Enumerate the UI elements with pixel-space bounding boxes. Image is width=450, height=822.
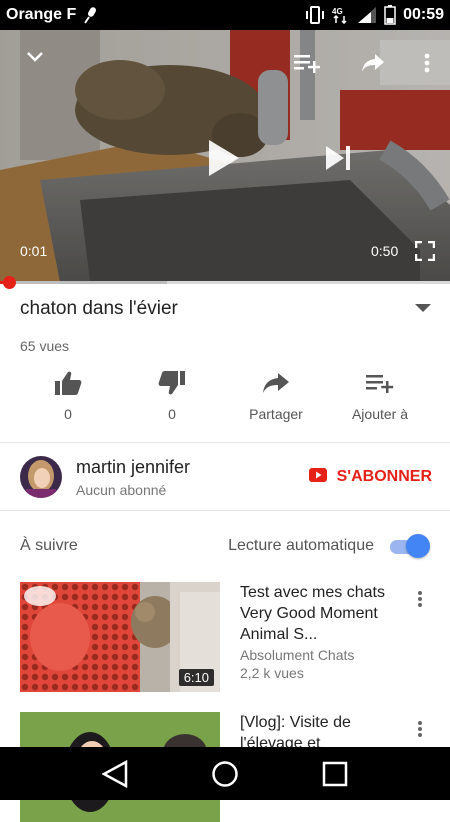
subscribe-label: S'ABONNER <box>336 468 432 485</box>
video-title: chaton dans l'évier <box>20 298 178 319</box>
video-player[interactable]: 0:01 0:50 <box>0 30 450 282</box>
thumbs-down-icon <box>158 370 186 401</box>
suggestion-views: 2,2 k vues <box>240 665 304 681</box>
channel-name[interactable]: martin jennifer <box>76 457 309 478</box>
minimize-chevron-icon[interactable] <box>18 42 52 72</box>
share-overlay-icon[interactable] <box>356 48 390 78</box>
system-navigation-bar <box>0 747 450 800</box>
carrier-name: Orange F <box>6 6 77 23</box>
fullscreen-icon[interactable] <box>410 236 440 266</box>
more-options-icon[interactable] <box>412 48 442 78</box>
microphone-icon <box>82 6 100 24</box>
dislike-button[interactable]: 0 <box>120 368 224 422</box>
video-duration: 6:10 <box>178 669 214 686</box>
add-to-playlist-icon[interactable] <box>290 48 324 78</box>
add-to-button[interactable]: Ajouter à <box>328 368 432 422</box>
seek-buffered <box>0 281 167 284</box>
recent-apps-icon[interactable] <box>310 749 360 799</box>
channel-avatar[interactable] <box>20 456 62 498</box>
suggestion-channel: Absolument Chats <box>240 647 355 663</box>
suggestion-title[interactable]: Test avec mes chats Very Good Moment Ani… <box>240 582 405 645</box>
battery-icon <box>384 5 396 25</box>
next-video-icon[interactable] <box>318 138 358 178</box>
autoplay-toggle[interactable] <box>390 534 430 558</box>
expand-description-icon[interactable] <box>414 300 432 318</box>
total-duration: 0:50 <box>371 243 399 259</box>
subscribe-button[interactable]: S'ABONNER <box>308 467 432 487</box>
up-next-header: À suivre Lecture automatique <box>20 530 430 562</box>
subscriber-count: Aucun abonné <box>76 481 167 498</box>
data-transfer-icon: 4G <box>332 6 350 24</box>
like-count: 0 <box>64 406 72 422</box>
thumbs-up-icon <box>54 370 82 401</box>
share-label: Partager <box>249 406 303 422</box>
video-actions: 0 0 Partager Ajouter à <box>16 368 434 422</box>
video-title-row[interactable]: chaton dans l'évier <box>20 298 432 320</box>
status-bar: Orange F 4G 00:59 <box>0 0 450 30</box>
back-icon[interactable] <box>90 749 140 799</box>
divider <box>0 442 450 443</box>
play-icon[interactable] <box>200 134 248 182</box>
vibrate-icon <box>305 6 325 24</box>
autoplay-label: Lecture automatique <box>228 537 374 554</box>
seek-handle[interactable] <box>3 276 16 289</box>
view-count: 65 vues <box>20 338 70 354</box>
home-icon[interactable] <box>200 749 250 799</box>
suggestion-menu-icon[interactable] <box>405 582 435 692</box>
share-icon <box>262 372 290 399</box>
clock: 00:59 <box>403 6 444 23</box>
add-to-label: Ajouter à <box>351 406 409 422</box>
elapsed-time: 0:01 <box>20 243 48 259</box>
like-button[interactable]: 0 <box>16 368 120 422</box>
toggle-knob <box>406 534 430 558</box>
suggestion-item[interactable]: 6:10 Test avec mes chats Very Good Momen… <box>20 582 440 692</box>
svg-text:4G: 4G <box>332 7 343 16</box>
up-next-label: À suivre <box>20 537 78 554</box>
channel-row: martin jennifer Aucun abonné S'ABONNER <box>20 452 432 502</box>
video-thumbnail[interactable]: 6:10 <box>20 582 220 692</box>
youtube-play-icon <box>308 467 327 487</box>
seek-bar[interactable] <box>0 276 450 289</box>
carrier-area: Orange F <box>6 6 305 24</box>
playlist-add-icon <box>366 372 394 399</box>
share-button[interactable]: Partager <box>224 368 328 422</box>
status-icons: 4G 00:59 <box>305 5 444 25</box>
signal-icon <box>357 6 377 24</box>
divider <box>0 510 450 511</box>
dislike-count: 0 <box>168 406 176 422</box>
